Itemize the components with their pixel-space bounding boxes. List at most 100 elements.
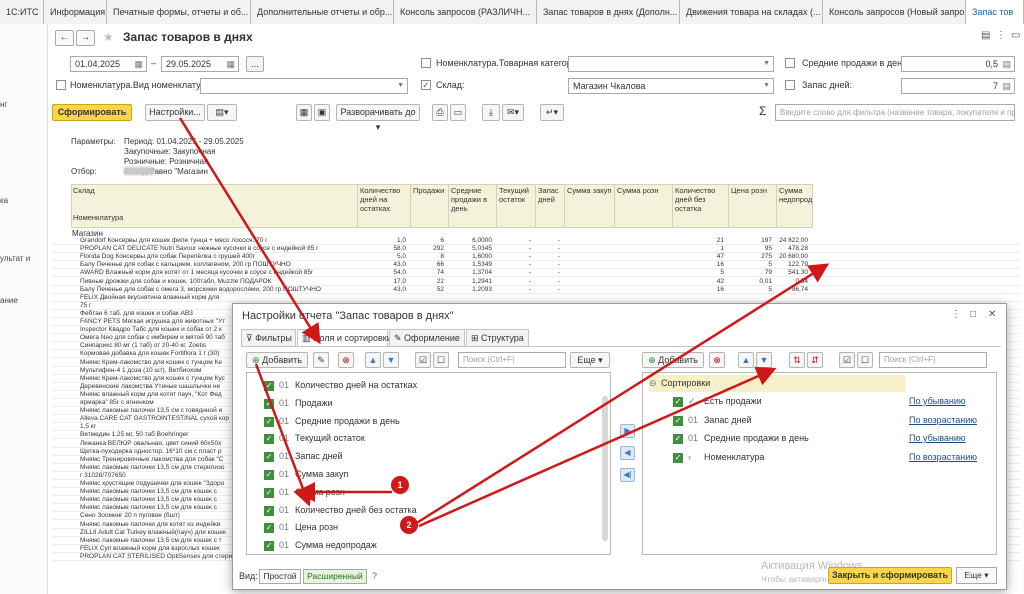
window-tab[interactable]: Запас тов [966, 0, 1024, 24]
table-row[interactable]: Балу Печенье для собак с кальцием, колла… [52, 261, 1020, 270]
window-tab[interactable]: Консоль запросов (Новый запро... [823, 0, 966, 24]
table-row[interactable]: Florida Dog Консервы для собак Перепёлка… [52, 253, 1020, 262]
table-row[interactable]: Grandorf Консервы для кошек филе тунца +… [52, 237, 1020, 245]
delete-icon[interactable]: ⊗ [338, 352, 354, 368]
print-icon[interactable]: ⎙ [432, 104, 448, 121]
report-search-input[interactable]: Введите слово для фильтра (название това… [775, 104, 1015, 121]
sort-asc-icon[interactable]: ⇅ [789, 352, 805, 368]
field-list-item[interactable]: ✓ 01 Запас дней [264, 448, 594, 465]
move-down-icon[interactable]: ▼ [756, 352, 772, 368]
move-up-icon[interactable]: ▲ [738, 352, 754, 368]
left-panel-item[interactable]: нг [0, 100, 7, 109]
checkbox-checked[interactable]: ✓ [264, 523, 274, 534]
column-header[interactable]: Запас дней [535, 184, 564, 228]
sort-order-link[interactable]: По убыванию [909, 430, 966, 447]
window-tab[interactable]: Консоль запросов (РАЗЛИЧН... [394, 0, 537, 24]
sorts-search-input[interactable]: Поиск (Ctrl+F) [879, 352, 987, 368]
checkbox-checked[interactable]: ✓ [264, 416, 274, 427]
stock-days-field[interactable]: 7 ▤ [901, 78, 1015, 94]
checkbox-checked[interactable]: ✓ [673, 397, 683, 407]
field-list-item[interactable]: ✓ 01 Сумма закуп [264, 466, 594, 483]
save-icon[interactable]: ⤓ [482, 104, 500, 121]
uncheck-all-icon[interactable]: ☐ [433, 352, 449, 368]
dialog-close-icon[interactable]: ✕ [988, 309, 996, 320]
table-row[interactable]: AWARD Влажный корм для котят от 1 месяца… [52, 269, 1020, 278]
sort-desc-icon[interactable]: ⇵ [807, 352, 823, 368]
forward-button[interactable]: → [76, 30, 95, 46]
table-row[interactable]: Пивные дрожжи для собак и кошек, 100табл… [52, 278, 1020, 286]
checkbox-checked[interactable]: ✓ [264, 381, 274, 391]
field-list-item[interactable]: ✓ 01 Средние продажи в день [264, 413, 594, 430]
sklad-field[interactable]: Магазин Чкалова ▼ [568, 78, 774, 94]
checkbox-checked[interactable]: ✓ [264, 452, 274, 463]
field-list-item[interactable]: ✓ 01 Сумма розн [264, 484, 594, 501]
checkbox-checked[interactable]: ✓ [673, 452, 683, 463]
checkbox-checked[interactable]: ✓ [264, 487, 274, 498]
more-actions-icon[interactable]: ↵▾ [540, 104, 564, 121]
back-button[interactable]: ← [55, 30, 74, 46]
fields-search-input[interactable]: Поиск (Ctrl+F) [458, 352, 566, 368]
tab-fields-sorts[interactable]: ▥ Поля и сортировки [297, 329, 392, 347]
report-tool-icon[interactable]: ▣ [314, 104, 330, 121]
period-choose-button[interactable]: ... [246, 56, 264, 72]
sort-order-link[interactable]: По возрастанию [909, 412, 977, 429]
column-header[interactable]: Цена розн [728, 184, 776, 228]
checkbox-checked[interactable]: ✓ [264, 434, 274, 445]
window-tab[interactable]: Печатные формы, отчеты и об... [107, 0, 251, 24]
column-header[interactable]: Сумма закуп [564, 184, 614, 228]
dialog-more-button[interactable]: Еще ▾ [956, 567, 997, 584]
check-all-icon[interactable]: ☑ [839, 352, 855, 368]
variants-button[interactable]: ▤▾ [207, 104, 237, 121]
nom-view-field[interactable]: ▼ [200, 78, 408, 94]
checkbox-checked[interactable]: ✓ [673, 434, 683, 444]
window-tab[interactable]: Информация [44, 0, 107, 24]
uncheck-all-icon[interactable]: ☐ [857, 352, 873, 368]
report-tool-icon[interactable]: ▦ [296, 104, 312, 121]
dialog-maximize-icon[interactable]: □ [970, 309, 976, 320]
column-header[interactable]: Сумма недопродаж [776, 184, 812, 228]
settings-button[interactable]: Настройки... [145, 104, 205, 121]
column-header[interactable]: Количество дней без остатка [672, 184, 728, 228]
sort-list-item[interactable]: ✓ 01 Средние продажи в день По убыванию [673, 430, 993, 447]
field-list-item[interactable]: ✓ 01 Текущий остаток [264, 430, 594, 447]
checkbox-checked[interactable]: ✓ [264, 398, 274, 409]
view-advanced-button[interactable]: Расширенный [303, 569, 367, 584]
date-to-field[interactable]: 29.05.2025 ▦ [161, 56, 239, 72]
check-all-icon[interactable]: ☑ [415, 352, 431, 368]
restore-window-icon[interactable]: ▭ [1011, 30, 1020, 41]
generate-button[interactable]: Сформировать [52, 104, 132, 121]
sklad-checkbox[interactable]: ✓ [421, 80, 431, 90]
nom-view-checkbox[interactable] [56, 80, 66, 90]
date-from-field[interactable]: 01.04.2025 ▦ [70, 56, 147, 72]
column-header[interactable]: Текущий остаток [496, 184, 535, 228]
delete-icon[interactable]: ⊗ [709, 352, 725, 368]
table-row[interactable]: Балу Печенье для собак с омега 3, морски… [52, 286, 1020, 294]
column-header[interactable]: Продажи [410, 184, 448, 228]
left-panel-item[interactable]: ание [0, 296, 18, 305]
print-icon[interactable]: ▤ [981, 30, 990, 41]
dialog-menu-icon[interactable]: ⋮ [951, 309, 961, 320]
stock-days-checkbox[interactable] [785, 80, 795, 90]
sorts-group-header[interactable]: ⊖ Сортировки [649, 375, 905, 392]
window-tab[interactable]: Дополнительные отчеты и обр... [251, 0, 394, 24]
help-icon[interactable]: ? [372, 571, 377, 581]
favorite-star-icon[interactable]: ★ [103, 30, 114, 44]
add-sort-button[interactable]: ⊕ Добавить [642, 352, 704, 368]
table-row[interactable]: FELIX Двойная вкуснятина влажный корм дл… [52, 294, 1020, 302]
left-panel-item[interactable]: ультат и [0, 254, 30, 263]
checkbox-checked[interactable]: ✓ [264, 541, 274, 552]
checkbox-checked[interactable]: ✓ [264, 505, 274, 516]
fields-more-button[interactable]: Еще ▾ [570, 352, 610, 368]
fields-scrollbar[interactable] [602, 396, 608, 541]
move-down-icon[interactable]: ▼ [383, 352, 399, 368]
column-header[interactable]: Средние продажи в день [448, 184, 496, 228]
expand-to-button[interactable]: Разворачивать до ▾ [336, 104, 420, 132]
send-mail-icon[interactable]: ✉▾ [502, 104, 524, 121]
sort-list-item[interactable]: ✓ 01 Запас дней По возрастанию [673, 412, 993, 429]
move-up-icon[interactable]: ▲ [365, 352, 381, 368]
avg-sales-field[interactable]: 0,5 ▤ [901, 56, 1015, 72]
category-filter-checkbox[interactable] [421, 58, 431, 68]
close-and-generate-button[interactable]: Закрыть и сформировать [828, 567, 952, 584]
add-field-button[interactable]: ⊕ Добавить [246, 352, 308, 368]
table-row[interactable]: PROPLAN CAT DELICATE Nutri Savour нежные… [52, 245, 1020, 254]
